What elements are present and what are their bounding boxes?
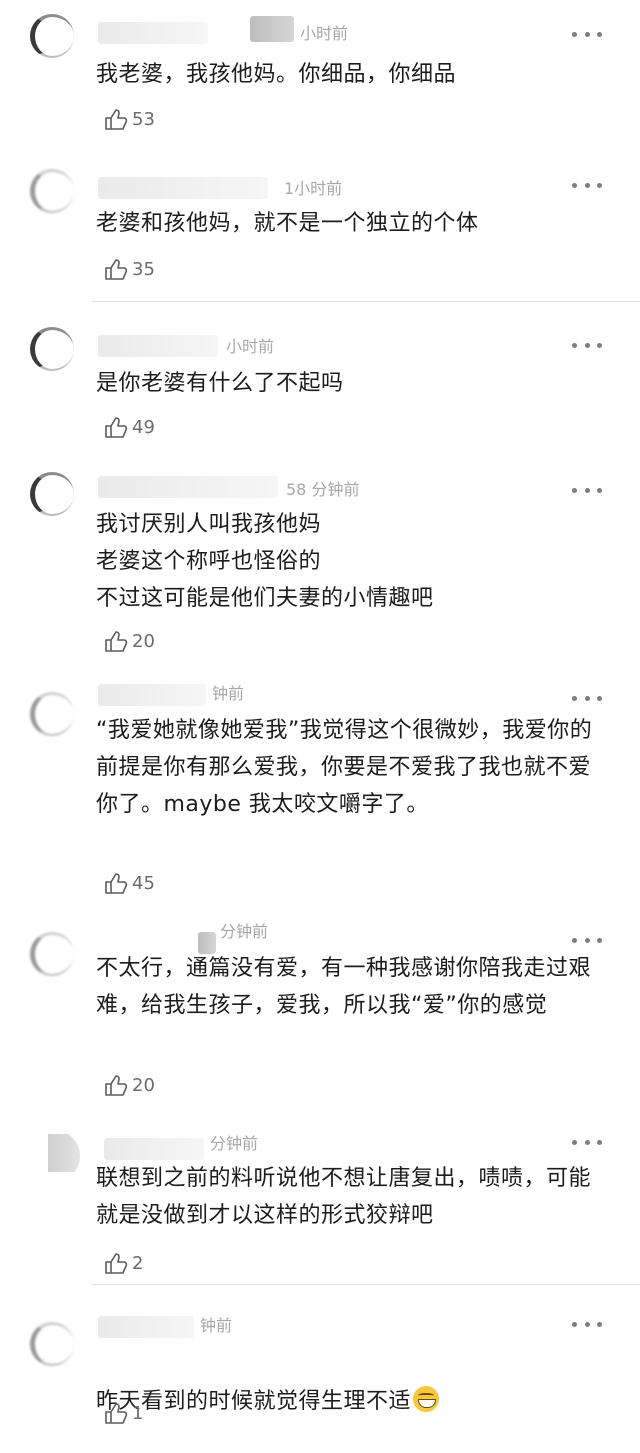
username-blurred[interactable] [98,335,218,357]
more-dots-icon[interactable] [572,30,602,38]
grinning-sweat-emoji-icon [413,1386,440,1412]
like-button[interactable]: 2 [103,1248,143,1278]
thumbs-up-icon [105,417,128,438]
timestamp: 钟前 [200,1316,233,1335]
avatar[interactable] [28,468,80,520]
timestamp: 分钟前 [210,1134,259,1153]
like-count: 20 [132,1074,155,1096]
like-button[interactable]: 1 [103,1398,143,1428]
comment-7: 分钟前 联想到之前的料听说他不想让唐复出，啧啧，可能就是没做到才以这样的形式狡辩… [0,1122,640,1287]
timestamp: 分钟前 [220,922,269,941]
timestamp: 钟前 [212,684,245,703]
like-button[interactable]: 20 [103,1070,155,1100]
comment-text: “我爱她就像她爱我”我觉得这个很微妙，我爱你的前提是你有那么爱我，你要是不爱我了… [96,718,593,817]
avatar[interactable] [28,323,80,375]
comment-text: 老婆和孩他妈，就不是一个独立的个体 [96,211,479,236]
username-blurred[interactable] [98,684,206,706]
comment-8: 钟前 昨天看到的时候就觉得生理不适 1 [0,1300,640,1450]
comment-text: 我老婆，我孩他妈。你细品，你细品 [96,62,457,87]
more-dots-icon[interactable] [572,1320,602,1328]
more-dots-icon[interactable] [572,1138,602,1146]
timestamp: 小时前 [226,337,275,356]
username-blurred[interactable] [98,1316,194,1338]
like-count: 49 [132,416,155,438]
like-button[interactable]: 49 [103,412,155,442]
thumbs-up-icon [105,109,128,130]
timestamp: 1小时前 [284,179,343,198]
divider [92,1284,640,1285]
thumbs-up-icon [105,1403,128,1424]
like-button[interactable]: 20 [103,626,155,656]
like-count: 2 [132,1252,144,1274]
avatar[interactable] [28,165,80,217]
thumbs-up-icon [105,873,128,894]
like-count: 45 [132,872,155,894]
like-button[interactable]: 53 [103,104,155,134]
comment-6: 分钟前 不太行，通篇没有爱，有一种我感谢你陪我走过艰难，给我生孩子，爱我，所以我… [0,910,640,1120]
thumbs-up-icon [105,1253,128,1274]
timestamp: 58 分钟前 [286,480,360,499]
avatar[interactable] [28,928,80,980]
like-count: 35 [132,258,155,280]
comment-text: 我讨厌别人叫我孩他妈 老婆这个称呼也怪俗的 不过这可能是他们夫妻的小情趣吧 [96,512,434,611]
comment-text: 不太行，通篇没有爱，有一种我感谢你陪我走过艰难，给我生孩子，爱我，所以我“爱”你… [96,956,592,1018]
more-dots-icon[interactable] [572,486,602,494]
like-count: 20 [132,630,155,652]
like-count: 53 [132,108,155,130]
comment-text: 联想到之前的料听说他不想让唐复出，啧啧，可能就是没做到才以这样的形式狡辩吧 [96,1166,592,1228]
more-dots-icon[interactable] [572,694,602,702]
like-button[interactable]: 45 [103,868,155,898]
thumbs-up-icon [105,631,128,652]
comment-5: 钟前 “我爱她就像她爱我”我觉得这个很微妙，我爱你的前提是你有那么爱我，你要是不… [0,668,640,908]
username-blurred[interactable] [104,1138,204,1160]
comment-text: 是你老婆有什么了不起吗 [96,371,344,396]
comment-text: 昨天看到的时候就觉得生理不适 [96,1346,606,1420]
comment-4: 58 分钟前 我讨厌别人叫我孩他妈 老婆这个称呼也怪俗的 不过这可能是他们夫妻的… [0,460,640,670]
timestamp: 小时前 [300,24,349,43]
avatar[interactable] [28,1130,80,1182]
more-dots-icon[interactable] [572,341,602,349]
comment-1: 小时前 我老婆，我孩他妈。你细品，你细品 53 [0,0,640,150]
username-blurred[interactable] [250,16,294,42]
avatar[interactable] [28,1318,80,1370]
more-dots-icon[interactable] [572,936,602,944]
more-dots-icon[interactable] [572,181,602,189]
avatar[interactable] [28,10,80,62]
username-blurred[interactable] [98,177,268,199]
thumbs-up-icon [105,1075,128,1096]
thumbs-up-icon [105,259,128,280]
avatar[interactable] [28,688,80,740]
comment-2: 1小时前 老婆和孩他妈，就不是一个独立的个体 35 [0,155,640,305]
username-blurred[interactable] [98,476,278,498]
divider [92,301,640,302]
username-blurred[interactable] [98,22,208,44]
like-count: 1 [132,1402,144,1424]
comment-3: 小时前 是你老婆有什么了不起吗 49 [0,315,640,455]
like-button[interactable]: 35 [103,254,155,284]
